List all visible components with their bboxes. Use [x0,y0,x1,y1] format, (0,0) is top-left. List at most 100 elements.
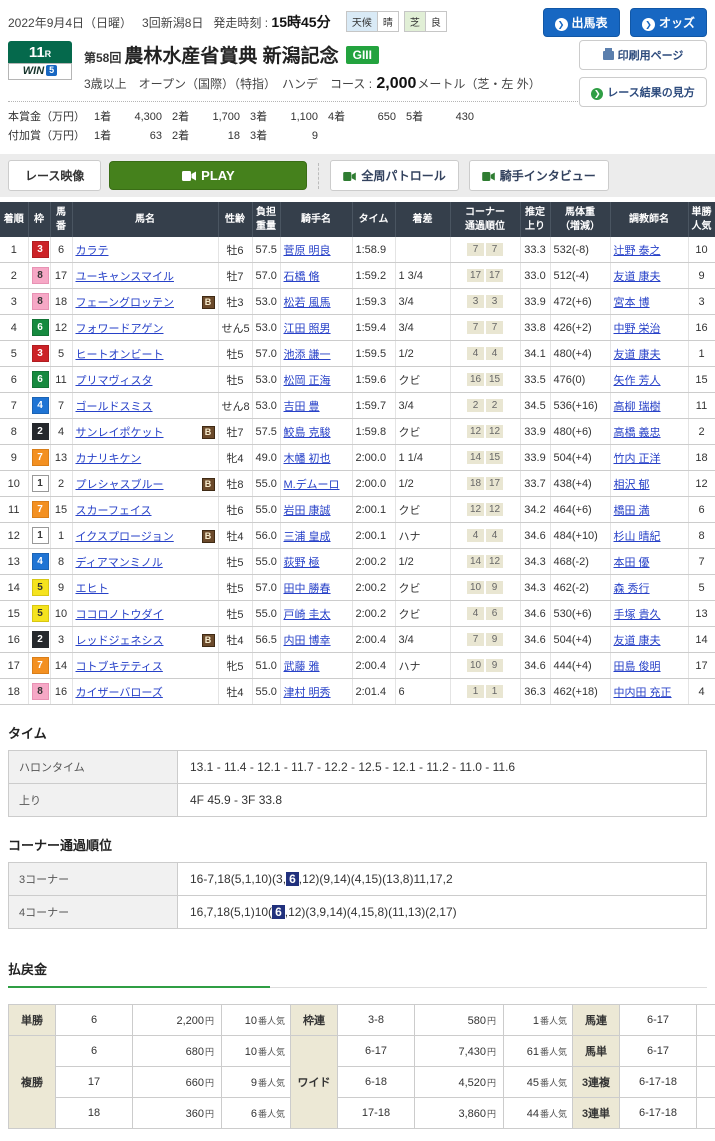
trainer-link[interactable]: 杉山 晴紀 [614,531,661,543]
horse-number-cell: 1 [50,523,72,549]
jockey-link[interactable]: 荻野 極 [284,557,320,569]
jockey-link[interactable]: 江田 照男 [284,323,331,335]
horse-name-link[interactable]: カイザーバローズ [76,687,163,699]
trainer-link[interactable]: 辻野 泰之 [614,245,661,257]
trainer-link[interactable]: 森 秀行 [614,583,650,595]
result-guide-button[interactable]: ❯レース結果の見方 [579,77,707,107]
horse-name-link[interactable]: カラテ [76,245,109,257]
horse-weight-cell: 530(+6) [550,601,610,627]
weather-badges: 天候晴芝良 [346,15,447,29]
jockey-link[interactable]: 田中 勝春 [284,583,331,595]
jockey-link[interactable]: 池添 謙一 [284,349,331,361]
trainer-link[interactable]: 橋田 満 [614,505,650,517]
blinker-badge: B [202,478,215,491]
horse-name-link[interactable]: フェーングロッテン [76,297,174,309]
trainer-link[interactable]: 中内田 充正 [614,687,672,699]
horse-name-link[interactable]: イクスプロージョン [76,531,174,543]
trainer-link[interactable]: 本田 優 [614,557,650,569]
jockey-link[interactable]: 岩田 康誠 [284,505,331,517]
shutuba-button[interactable]: ❯出馬表 [543,8,620,37]
horse-name-link[interactable]: フォワードアゲン [76,323,164,335]
corner-order-cell: 11 [450,679,520,705]
jockey-cell: M.デムーロ [280,471,352,497]
sex-age-cell: 牡4 [218,627,252,653]
horse-name-link[interactable]: サンレイポケット [76,427,164,439]
corner-order-cell: 77 [450,315,520,341]
jockey-link[interactable]: 武藤 雅 [284,661,320,673]
horse-name-link[interactable]: ディアマンミノル [76,557,163,569]
jockey-link[interactable]: 鮫島 克駿 [284,427,331,439]
jockey-interview-button[interactable]: 騎手インタビュー [469,160,609,191]
result-row: 747ゴールドスミスせん853.0吉田 豊1:59.73/42234.5536(… [0,393,715,419]
jockey-link[interactable]: 三浦 皇成 [284,531,331,543]
favorite-cell: 15 [688,367,715,393]
horse-name-link[interactable]: ゴールドスミス [76,401,153,413]
rank-cell: 4 [0,315,28,341]
trainer-link[interactable]: 宮本 博 [614,297,650,309]
horse-name-link[interactable]: スカーフェイス [76,505,152,517]
horse-name-link[interactable]: レッドジェネシス [76,635,164,647]
margin-cell: 6 [395,679,450,705]
trainer-link[interactable]: 田島 俊明 [614,661,661,673]
sex-age-cell: 牝4 [218,445,252,471]
print-button[interactable]: 印刷用ページ [579,40,707,70]
time-row-label: 上り [9,784,178,817]
horse-name-link[interactable]: ユーキャンスマイル [76,271,174,283]
rank-cell: 3 [0,289,28,315]
jockey-link[interactable]: M.デムーロ [284,479,340,491]
result-row: 15510ココロノトウダイ牡555.0戸崎 圭太2:00.2クビ4634.653… [0,601,715,627]
payout-type-label: 単勝 [9,1005,56,1036]
jockey-link[interactable]: 津村 明秀 [284,687,331,699]
win5-text: WIN [23,65,44,77]
trainer-link[interactable]: 手塚 貴久 [614,609,661,621]
patrol-video-button[interactable]: 全周パトロール [330,160,458,191]
odds-button[interactable]: ❯オッズ [630,8,707,37]
margin-cell: 1/2 [395,471,450,497]
last-3f-cell: 33.9 [520,419,550,445]
trainer-link[interactable]: 竹内 正洋 [614,453,661,465]
trainer-link[interactable]: 相沢 郁 [614,479,650,491]
horse-name-link[interactable]: ヒートオンビート [76,349,164,361]
col-header-horse-name: 馬名 [72,202,218,237]
favorite-cell: 6 [688,497,715,523]
race-video-button[interactable]: レース映像 [8,160,101,191]
jockey-link[interactable]: 内田 博幸 [284,635,331,647]
race-title: 農林水産省賞典 新潟記念 [124,46,338,67]
horse-name-link[interactable]: コトブキテティス [76,661,163,673]
corner-order-cell: 1415 [450,445,520,471]
horse-number-cell: 3 [50,627,72,653]
impost-cell: 57.0 [252,341,280,367]
payout-row: 単勝62,200円10番人気枠連3-8580円1番人気馬連6-1728,250円… [9,1005,715,1036]
jockey-link[interactable]: 石橋 脩 [284,271,320,283]
corner-row-label: 4コーナー [9,896,178,929]
jockey-link[interactable]: 吉田 豊 [284,401,320,413]
trainer-link[interactable]: 中野 栄治 [614,323,661,335]
favorite-cell: 14 [688,627,715,653]
trainer-link[interactable]: 友道 康夫 [614,349,661,361]
jockey-link[interactable]: 松岡 正海 [284,375,331,387]
main-prize-row: 本賞金（万円）1着4,3002着1,7003着1,1004着6505着430 [8,108,590,124]
jockey-cell: 田中 勝春 [280,575,352,601]
trainer-link[interactable]: 高橋 義忠 [614,427,661,439]
corner-order-cell: 33 [450,289,520,315]
jockey-link[interactable]: 戸崎 圭太 [284,609,331,621]
col-header-horse-number: 馬番 [50,202,72,237]
horse-name-link[interactable]: カナリキケン [76,453,142,465]
payout-amount: 57,930円 [697,1036,715,1067]
horse-name-link[interactable]: プリマヴィスタ [76,375,153,387]
frame-badge: 2 [32,423,49,440]
last-3f-cell: 34.1 [520,341,550,367]
trainer-link[interactable]: 矢作 芳人 [614,375,661,387]
trainer-link[interactable]: 友道 康夫 [614,271,661,283]
jockey-link[interactable]: 菅原 明良 [284,245,331,257]
rank-cell: 6 [0,367,28,393]
trainer-link[interactable]: 友道 康夫 [614,635,661,647]
jockey-link[interactable]: 松若 風馬 [284,297,331,309]
jockey-link[interactable]: 木幡 初也 [284,453,331,465]
trainer-link[interactable]: 高柳 瑞樹 [614,401,661,413]
horse-name-link[interactable]: プレシャスブルー [76,479,164,491]
time-cell: 1:59.8 [352,419,395,445]
horse-name-link[interactable]: エヒト [76,583,109,595]
horse-name-link[interactable]: ココロノトウダイ [76,609,164,621]
play-button[interactable]: PLAY [109,161,307,190]
